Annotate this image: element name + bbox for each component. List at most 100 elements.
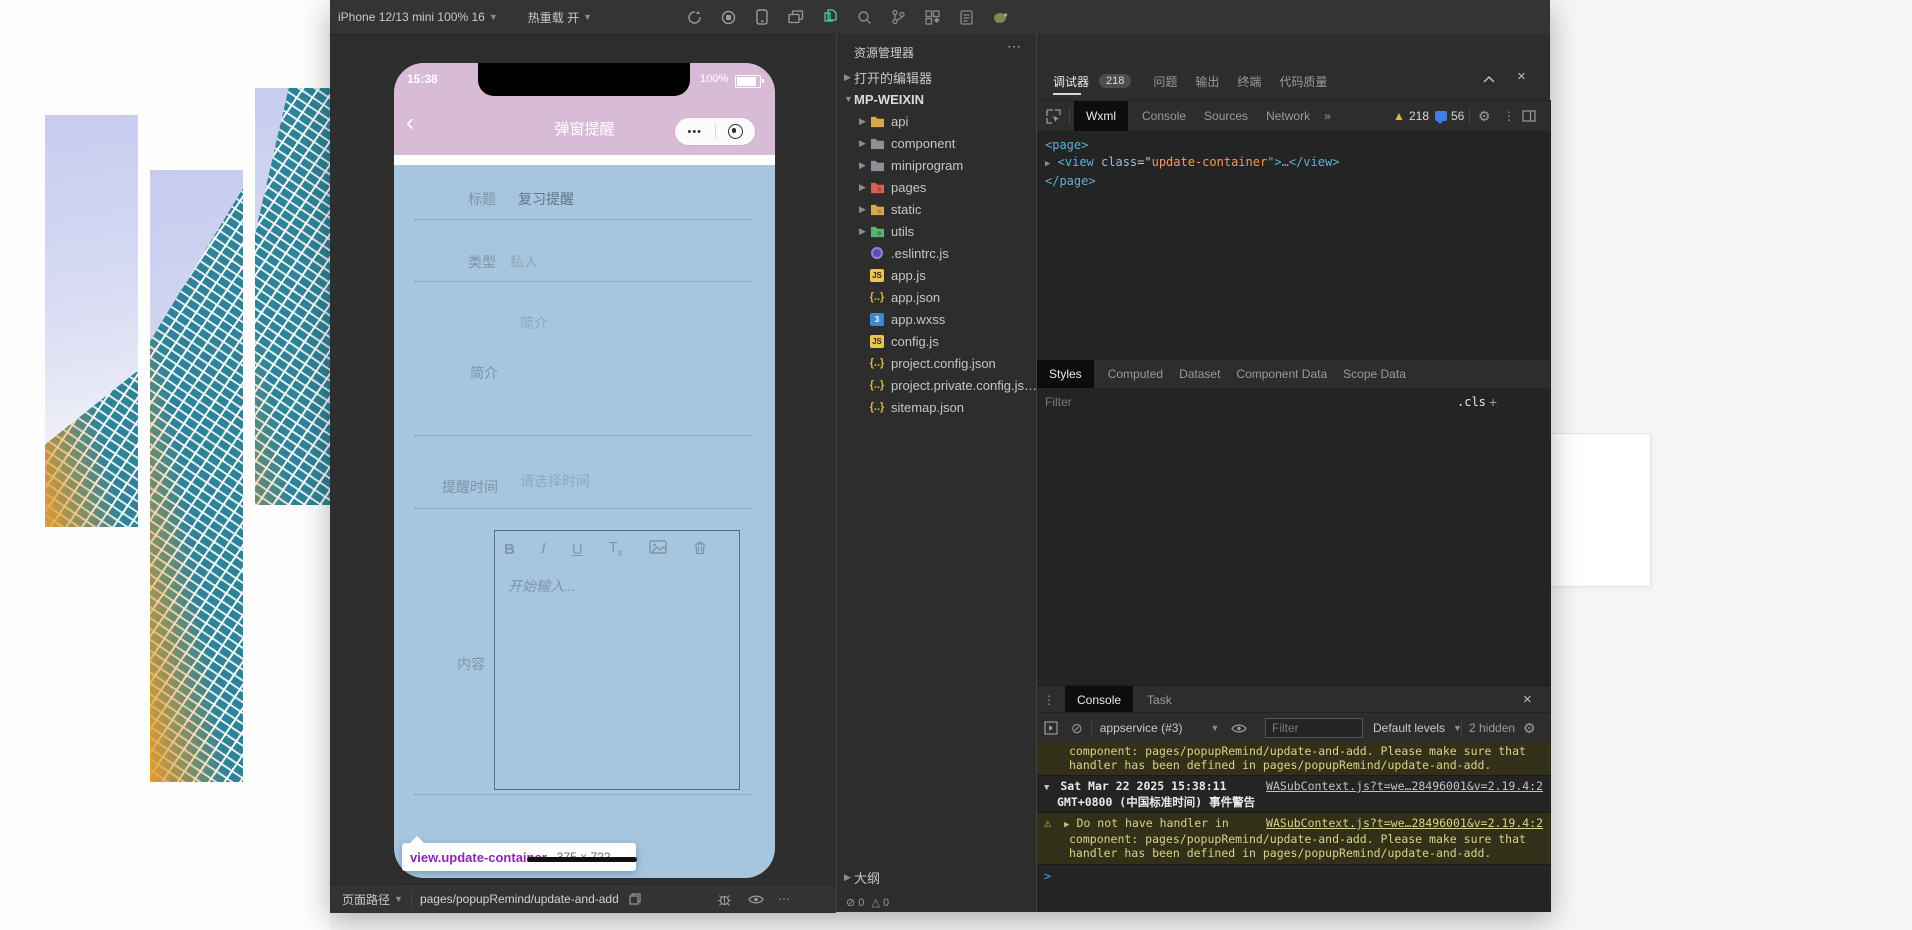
subtab-wxml[interactable]: Wxml [1074,101,1128,131]
explorer-files-icon[interactable] [818,5,842,29]
tab-dataset[interactable]: Dataset [1179,367,1220,381]
gear-icon[interactable]: ⚙ [1478,108,1491,125]
section-project-root[interactable]: ▼ MP-WEIXIN [837,88,1037,110]
tree-item-eslintrc[interactable]: .eslintrc.js [837,242,1037,264]
explorer-more-icon[interactable]: ⋯ [1007,38,1022,55]
record-icon[interactable] [716,5,740,29]
hot-reload-toggle[interactable]: 热重载 开 ▼ [528,9,592,26]
subtab-overflow[interactable]: » [1324,109,1331,123]
source-link[interactable]: WASubContext.js?t=we…28496001&v=2.19.4:2 [1266,779,1543,793]
tree-item-static[interactable]: ▶ static [837,198,1037,220]
italic-icon[interactable]: I [541,541,546,558]
background-window-edge [1550,433,1651,587]
device-selector[interactable]: iPhone 12/13 mini 100% 16 ▼ [338,10,498,24]
styles-filter-input[interactable] [1039,393,1339,411]
tree-item-api[interactable]: ▶ api [837,110,1037,132]
tab-terminal[interactable]: 终端 [1237,73,1261,90]
tab-styles[interactable]: Styles [1037,360,1094,388]
insert-image-icon[interactable] [649,540,667,558]
intro-textarea-placeholder[interactable]: 简介 [520,313,548,333]
tree-item-app-js[interactable]: JS app.js [837,264,1037,286]
subtab-sources[interactable]: Sources [1204,109,1248,123]
context-selector[interactable]: appservice (#3) [1100,721,1183,735]
bug-icon[interactable] [712,887,736,911]
tab-output[interactable]: 输出 [1195,73,1219,90]
tree-item-project-private-config[interactable]: {..} project.private.config.js… [837,374,1037,396]
tab-task[interactable]: Task [1147,693,1172,707]
gear-icon[interactable]: ⚙ [1523,720,1536,737]
extensions-icon[interactable] [920,5,944,29]
section-outline[interactable]: ▶ 大纲 [837,866,1037,888]
title-field-value[interactable]: 复习提醒 [518,189,574,209]
subtab-network[interactable]: Network [1266,109,1310,123]
drag-handle-icon[interactable]: ⋮ [1043,693,1055,707]
expand-arrow-icon[interactable]: ▶ [1045,159,1050,169]
remind-time-label: 提醒时间 [442,477,498,497]
subtab-console[interactable]: Console [1142,109,1186,123]
tree-item-component[interactable]: ▶ component [837,132,1037,154]
collapse-arrow-icon[interactable]: ▼ [1044,783,1049,793]
community-icon[interactable] [988,5,1012,29]
tree-item-miniprogram[interactable]: ▶ miniprogram [837,154,1037,176]
clear-format-icon[interactable]: Tx [609,539,623,559]
dock-layout-icon[interactable] [1517,104,1541,128]
wxml-code-view[interactable]: <page> ▶ <view class="update-container">… [1037,131,1551,360]
copy-icon[interactable] [623,887,647,911]
collapse-icon[interactable] [1483,72,1495,86]
search-icon[interactable] [852,5,876,29]
console-warning-handler[interactable]: ⚠ ▶ Do not have handler in WASubContext.… [1037,812,1551,865]
remind-time-placeholder[interactable]: 请选择时间 [520,471,590,491]
tree-item-utils[interactable]: ▶ utils [837,220,1037,242]
clear-console-icon[interactable]: ⊘ [1071,720,1083,737]
tree-item-project-config[interactable]: {..} project.config.json [837,352,1037,374]
close-minip-button[interactable] [716,124,756,139]
chevron-right-icon: ▶ [859,204,869,215]
more-menu-button[interactable]: ••• [675,126,715,138]
type-field-placeholder[interactable]: 私人 [510,252,538,272]
tab-scope-data[interactable]: Scope Data [1343,367,1406,381]
source-link[interactable]: WASubContext.js?t=we…28496001&v=2.19.4:2 [1266,816,1543,830]
bold-icon[interactable]: B [504,541,515,558]
tab-problems[interactable]: 问题 [1153,73,1177,90]
tab-computed[interactable]: Computed [1108,367,1163,381]
console-filter-input[interactable] [1265,718,1363,738]
eye-icon[interactable] [1227,716,1251,740]
log-levels-selector[interactable]: Default levels [1373,721,1445,735]
close-icon[interactable]: × [1517,68,1526,85]
more-icon[interactable]: ⋯ [778,892,792,906]
tree-item-sitemap-json[interactable]: {..} sitemap.json [837,396,1037,418]
multi-window-icon[interactable] [784,5,808,29]
trash-icon[interactable] [693,540,707,559]
add-style-button[interactable]: + [1489,394,1497,410]
info-count[interactable]: 56 [1451,109,1464,123]
problems-counts[interactable]: ⊘ 0 △ 0 [846,896,889,909]
close-icon[interactable]: × [1523,691,1532,708]
section-open-editors[interactable]: ▶ 打开的编辑器 [837,66,1037,88]
expand-console-icon[interactable] [1039,716,1063,740]
rich-text-editor[interactable]: B I U Tx 开始输入... [494,530,740,790]
tree-item-app-json[interactable]: {..} app.json [837,286,1037,308]
cls-button[interactable]: .cls [1457,395,1486,409]
git-icon[interactable] [886,5,910,29]
tab-console-bottom[interactable]: Console [1065,686,1133,713]
compile-icon[interactable] [682,5,706,29]
phone-preview-icon[interactable] [750,5,774,29]
console-prompt[interactable]: > [1037,865,1551,883]
tree-item-config-js[interactable]: JS config.js [837,330,1037,352]
tab-debugger[interactable]: 调试器 [1053,73,1089,90]
inspect-element-icon[interactable] [1041,104,1065,128]
kebab-menu-icon[interactable]: ⋮ [1503,109,1515,123]
console-log-area[interactable]: component: pages/popupRemind/update-and-… [1037,742,1551,912]
warning-count[interactable]: 218 [1409,109,1429,123]
file-doc-icon[interactable] [954,5,978,29]
underline-icon[interactable]: U [572,541,583,558]
section-label: 打开的编辑器 [854,68,932,87]
expand-arrow-icon[interactable]: ▶ [1064,820,1069,830]
tree-item-pages[interactable]: ▶ pages [837,176,1037,198]
eye-icon[interactable] [744,887,768,911]
tree-item-app-wxss[interactable]: 3 app.wxss [837,308,1037,330]
console-log-group[interactable]: ▼ Sat Mar 22 2025 15:38:11 WASubContext.… [1037,776,1551,812]
tab-component-data[interactable]: Component Data [1236,367,1327,381]
tab-code-quality[interactable]: 代码质量 [1279,73,1327,90]
chevron-down-icon[interactable]: ▼ [394,894,403,904]
